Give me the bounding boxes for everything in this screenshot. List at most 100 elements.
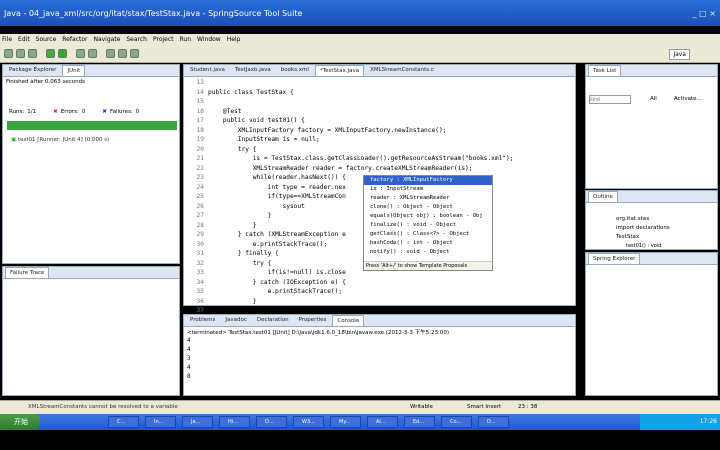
line-number: 36 [196, 297, 204, 305]
code-line[interactable]: XMLInputFactory factory = XMLInputFactor… [208, 127, 447, 134]
tab-xmlstreamconstants[interactable]: XMLStreamConstants.c [366, 65, 438, 76]
code-line[interactable]: } [208, 298, 257, 305]
forward-icon[interactable] [130, 49, 139, 58]
code-line[interactable]: if(type==XMLStreamCon [208, 193, 346, 200]
taskbar-app[interactable]: D... [478, 416, 509, 428]
menu-window[interactable]: Window [197, 34, 221, 46]
code-line[interactable]: try { [208, 146, 257, 153]
menu-run[interactable]: Run [180, 34, 192, 46]
code-line[interactable]: InputStream is = null; [208, 136, 320, 143]
code-line[interactable]: } catch (XMLStreamException e [208, 231, 346, 238]
tab-outline[interactable]: Outline [588, 191, 618, 202]
start-button[interactable]: 开始 [0, 414, 40, 430]
content-assist-popup[interactable]: factory : XMLInputFactory is : InputStrea… [363, 175, 493, 271]
content-assist-item[interactable]: factory : XMLInputFactory [364, 176, 492, 185]
menu-navigate[interactable]: Navigate [93, 34, 120, 46]
tab-testjaxb-java[interactable]: TestJaxb.java [231, 65, 275, 76]
line-number: 35 [196, 288, 204, 295]
taskbar-app[interactable]: Ja... [182, 416, 213, 428]
run-icon[interactable] [58, 49, 67, 58]
junit-progress-bar [7, 121, 177, 130]
taskbar-app[interactable]: Ed... [404, 416, 435, 428]
code-line[interactable]: } [208, 307, 242, 314]
menu-project[interactable]: Project [153, 34, 174, 46]
content-assist-item[interactable]: reader : XMLStreamReader [364, 194, 492, 203]
code-line[interactable]: public void test01() { [208, 117, 305, 124]
tab-spring-explorer[interactable]: Spring Explorer [588, 253, 641, 264]
taskbar-app[interactable]: Al... [367, 416, 398, 428]
code-line[interactable]: public class TestStax { [208, 89, 294, 96]
window-controls[interactable]: _ □ × [693, 8, 716, 20]
open-type-icon[interactable] [88, 49, 97, 58]
content-assist-item[interactable]: hashCode() : int - Object [364, 239, 492, 248]
menu-edit[interactable]: Edit [18, 34, 30, 46]
outline-imports[interactable]: import declarations [616, 225, 670, 231]
outline-panel: Outline org.itat.stax import declaration… [585, 190, 718, 250]
window-titlebar: Java - 04_java_xml/src/org/itat/stax/Tes… [0, 0, 720, 26]
outline-class[interactable]: TestStax [616, 234, 639, 240]
code-line[interactable]: is = TestStax.class.getClassLoader().get… [208, 155, 514, 162]
content-assist-item[interactable]: equals(Object obj) : boolean - Obj [364, 212, 492, 221]
taskbar-app[interactable]: Co... [441, 416, 472, 428]
code-line[interactable]: if(is!=null) is.close [208, 269, 346, 276]
tab-declaration[interactable]: Declaration [253, 315, 293, 326]
tab-teststax-java[interactable]: *TestStax.java [314, 65, 365, 76]
tab-student-java[interactable]: Student.java [186, 65, 229, 76]
print-icon[interactable] [28, 49, 37, 58]
code-line[interactable]: } catch (IOException e) { [208, 279, 346, 286]
taskbar-app[interactable]: Hi... [219, 416, 250, 428]
menu-refactor[interactable]: Refactor [62, 34, 87, 46]
tab-books-xml[interactable]: books.xml [277, 65, 313, 76]
taskbar-app[interactable]: D... [256, 416, 287, 428]
debug-icon[interactable] [46, 49, 55, 58]
code-line[interactable]: try { [208, 260, 272, 267]
menu-search[interactable]: Search [126, 34, 147, 46]
taskbar-app[interactable]: C... [108, 416, 139, 428]
code-line[interactable]: e.printStackTrace(); [208, 241, 328, 248]
code-line[interactable]: @Test [208, 108, 242, 115]
code-line[interactable]: while(reader.hasNext()) { [208, 174, 346, 181]
junit-test-item[interactable]: ▣ test01 [Runner: JUnit 4] (0.000 s) [11, 137, 109, 143]
taskbar-app[interactable]: In... [145, 416, 176, 428]
code-line[interactable]: XMLStreamReader reader = factory.createX… [208, 165, 473, 172]
task-find-input[interactable] [589, 95, 631, 104]
new-icon[interactable] [4, 49, 13, 58]
tab-properties[interactable]: Properties [295, 315, 331, 326]
content-assist-item[interactable]: finalize() : void - Object [364, 221, 492, 230]
line-number: 17 [196, 117, 204, 124]
menu-help[interactable]: Help [227, 34, 241, 46]
console-line: 8 [187, 373, 191, 380]
tab-javadoc[interactable]: Javadoc [221, 315, 251, 326]
task-all-link[interactable]: All [650, 96, 657, 102]
save-icon[interactable] [16, 49, 25, 58]
code-line[interactable]: } [208, 222, 257, 229]
code-line[interactable]: e.printStackTrace(); [208, 288, 343, 295]
outline-method[interactable]: test01() : void [626, 243, 661, 250]
menu-source[interactable]: Source [36, 34, 57, 46]
line-number: 13 [196, 79, 204, 86]
code-line[interactable]: } [208, 212, 272, 219]
tab-package-explorer[interactable]: Package Explorer [5, 65, 60, 76]
code-line[interactable]: int type = reader.nex [208, 184, 346, 191]
back-icon[interactable] [118, 49, 127, 58]
taskbar-app[interactable]: W3... [293, 416, 324, 428]
line-number: 37 [196, 307, 204, 314]
tab-task-list[interactable]: Task List [588, 65, 622, 76]
content-assist-item[interactable]: is : InputStream [364, 185, 492, 194]
menu-file[interactable]: File [2, 34, 12, 46]
tab-problems[interactable]: Problems [186, 315, 219, 326]
code-line[interactable]: sysout [208, 203, 305, 210]
content-assist-item[interactable]: clone() : Object - Object [364, 203, 492, 212]
console-panel: Problems Javadoc Declaration Properties … [183, 314, 576, 396]
tab-console[interactable]: Console [332, 315, 365, 326]
outline-package[interactable]: org.itat.stax [616, 216, 649, 222]
new-class-icon[interactable] [76, 49, 85, 58]
content-assist-item[interactable]: getClass() : Class<?> - Object [364, 230, 492, 239]
code-line[interactable]: } finally { [208, 250, 279, 257]
search-icon[interactable] [106, 49, 115, 58]
perspective-java[interactable]: Java [669, 49, 690, 60]
task-activate-link[interactable]: Activate... [674, 96, 702, 102]
content-assist-item[interactable]: notify() : void - Object [364, 248, 492, 257]
taskbar-app[interactable]: My... [330, 416, 361, 428]
tab-junit[interactable]: JUnit [62, 65, 86, 76]
